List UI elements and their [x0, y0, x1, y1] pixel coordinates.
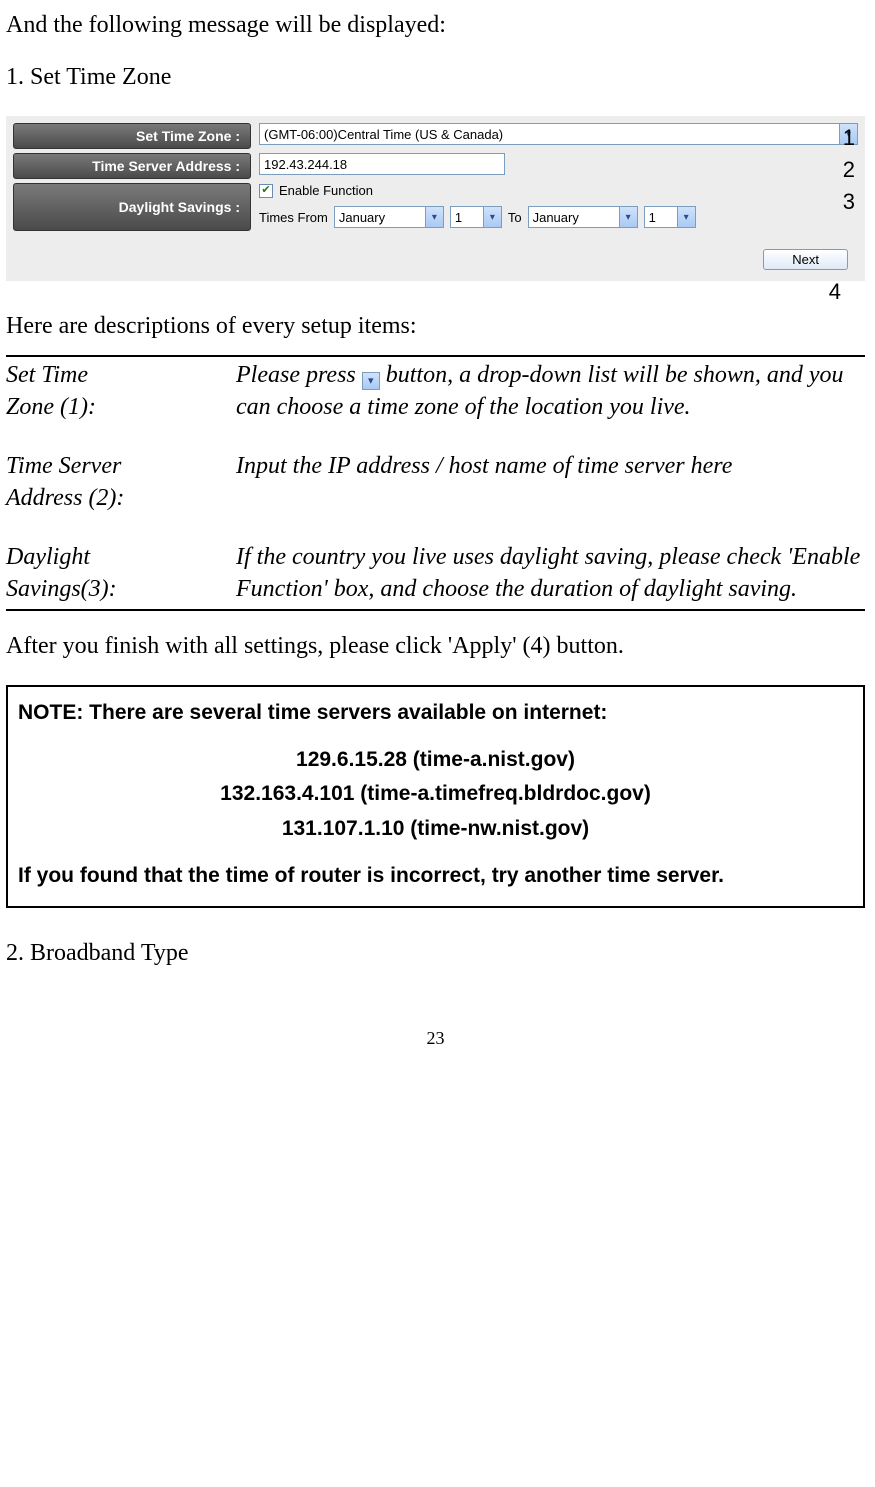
from-day-select[interactable]: 1 ▾ — [450, 206, 502, 228]
note-heading: NOTE: There are several time servers ava… — [18, 697, 853, 730]
row-set-time-zone: Set Time Zone : (GMT-06:00)Central Time … — [13, 123, 858, 149]
chevron-down-icon: ▾ — [483, 207, 501, 227]
time-server-input[interactable]: 192.43.244.18 — [259, 153, 505, 175]
chevron-down-icon: ▾ — [677, 207, 695, 227]
chevron-down-icon: ▾ — [362, 372, 380, 390]
note-box: NOTE: There are several time servers ava… — [6, 685, 865, 908]
timezone-select[interactable]: (GMT-06:00)Central Time (US & Canada) ▾ — [259, 123, 858, 145]
to-day-value: 1 — [649, 210, 656, 225]
from-day-value: 1 — [455, 210, 462, 225]
chevron-down-icon: ▾ — [619, 207, 637, 227]
desc-3-text: If the country you live uses daylight sa… — [236, 539, 865, 610]
desc-row-2: Time Server Address (2): Input the IP ad… — [6, 448, 865, 539]
next-button[interactable]: Next — [763, 249, 848, 270]
callout-1: 1 — [843, 122, 855, 154]
divider-bottom — [6, 609, 865, 611]
from-month-select[interactable]: January ▾ — [334, 206, 444, 228]
callout-2: 2 — [843, 154, 855, 186]
to-day-select[interactable]: 1 ▾ — [644, 206, 696, 228]
note-footer: If you found that the time of router is … — [18, 860, 853, 893]
label-daylight: Daylight Savings : — [13, 183, 251, 231]
section-2-heading: 2. Broadband Type — [6, 938, 865, 968]
after-settings-text: After you finish with all settings, plea… — [6, 631, 865, 661]
page-number: 23 — [6, 1028, 865, 1049]
descriptions-table: Set Time Zone (1): Please press ▾ button… — [6, 357, 865, 609]
desc-2-label: Time Server Address (2): — [6, 448, 236, 539]
desc-row-3: Daylight Savings(3): If the country you … — [6, 539, 865, 610]
row-time-server: Time Server Address : 192.43.244.18 — [13, 153, 858, 179]
to-month-value: January — [533, 210, 579, 225]
timezone-form-screenshot: Set Time Zone : (GMT-06:00)Central Time … — [6, 116, 865, 281]
desc-1-text-a: Please press — [236, 362, 362, 388]
from-month-value: January — [339, 210, 385, 225]
descriptions-intro: Here are descriptions of every setup ite… — [6, 311, 865, 341]
label-time-server: Time Server Address : — [13, 153, 251, 179]
note-server-3: 131.107.1.10 (time-nw.nist.gov) — [18, 813, 853, 846]
form-callouts: 1 2 3 — [843, 122, 855, 218]
callout-3: 3 — [843, 186, 855, 218]
callout-4: 4 — [6, 279, 865, 305]
desc-row-1: Set Time Zone (1): Please press ▾ button… — [6, 357, 865, 448]
note-server-2: 132.163.4.101 (time-a.timefreq.bldrdoc.g… — [18, 778, 853, 811]
chevron-down-icon: ▾ — [425, 207, 443, 227]
timezone-select-value: (GMT-06:00)Central Time (US & Canada) — [264, 127, 503, 142]
label-set-time-zone: Set Time Zone : — [13, 123, 251, 149]
enable-function-label: Enable Function — [279, 183, 373, 198]
note-server-1: 129.6.15.28 (time-a.nist.gov) — [18, 744, 853, 777]
desc-1-text: Please press ▾ button, a drop-down list … — [236, 357, 865, 448]
desc-3-label: Daylight Savings(3): — [6, 539, 236, 610]
to-label: To — [508, 210, 522, 225]
time-server-value: 192.43.244.18 — [264, 157, 347, 172]
to-month-select[interactable]: January ▾ — [528, 206, 638, 228]
intro-text: And the following message will be displa… — [6, 10, 865, 40]
desc-2-text: Input the IP address / host name of time… — [236, 448, 865, 539]
desc-1-label: Set Time Zone (1): — [6, 357, 236, 448]
enable-function-checkbox[interactable]: ✔ — [259, 184, 273, 198]
section-1-heading: 1. Set Time Zone — [6, 62, 865, 92]
times-from-label: Times From — [259, 210, 328, 225]
row-daylight: Daylight Savings : ✔ Enable Function Tim… — [13, 183, 858, 231]
note-servers: 129.6.15.28 (time-a.nist.gov) 132.163.4.… — [18, 744, 853, 846]
